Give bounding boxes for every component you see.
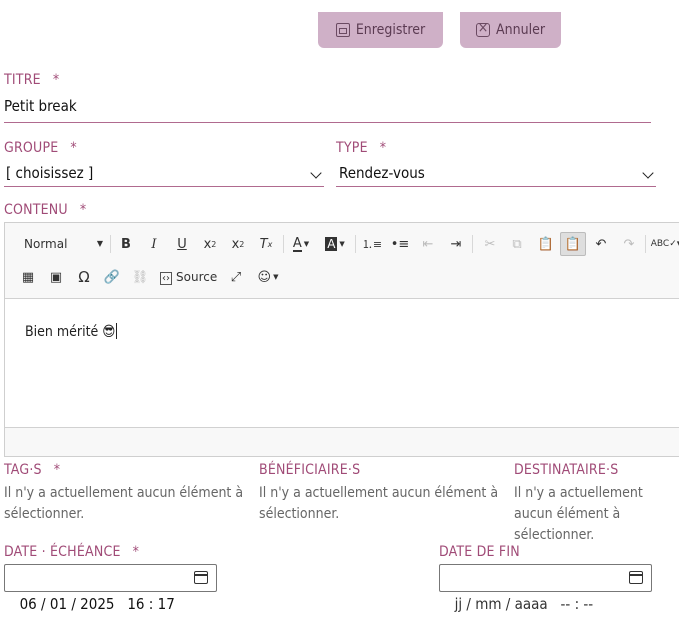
type-label: TYPE * [336, 140, 386, 156]
tags-empty-message: Il n'y a actuellement aucun élément à sé… [4, 485, 244, 522]
redo-icon[interactable]: ↷ [618, 233, 640, 255]
save-icon [335, 23, 350, 37]
title-underline [4, 122, 651, 123]
beneficiaries-empty-message: Il n'y a actuellement aucun élément à sé… [259, 485, 499, 522]
background-color-icon[interactable]: A ▼ [321, 233, 349, 255]
toolbar-separator [645, 235, 646, 253]
group-label: GROUPE * [4, 140, 77, 156]
required-marker: * [53, 462, 61, 478]
due-date-value: 06 / 01 / 2025 16 : 17 [19, 595, 175, 613]
emoji-icon[interactable]: ☺ ▼ [253, 266, 283, 288]
calendar-icon[interactable] [629, 571, 643, 584]
table-icon[interactable]: ▦ [17, 266, 39, 288]
bold-icon[interactable]: B [115, 233, 137, 255]
chevron-down-icon: ▼ [96, 239, 103, 248]
content-label: CONTENU * [4, 202, 86, 218]
cancel-icon [476, 20, 490, 37]
type-select[interactable]: Rendez-vous [336, 163, 656, 187]
format-select[interactable]: Normal ▼ [19, 233, 105, 255]
special-character-icon[interactable]: Ω [73, 266, 95, 288]
source-icon: ‹› [160, 272, 172, 285]
required-marker: * [79, 202, 87, 218]
recipients-empty-message-text: Il n'y a actuellement aucun élément à sé… [514, 485, 643, 543]
paste-icon[interactable]: 📋 [535, 233, 557, 255]
undo-icon[interactable]: ↶ [590, 233, 612, 255]
due-date-input[interactable]: 06 / 01 / 2025 16 : 17 [4, 564, 217, 613]
beneficiaries-label: BÉNÉFICIAIRE·S [259, 462, 361, 478]
editor-content[interactable]: Bien mérité 😎 [25, 323, 118, 340]
maximize-icon[interactable]: ⤢ [225, 266, 247, 288]
type-label-text: TYPE [336, 140, 368, 156]
spellcheck-icon[interactable]: ABC✓▾ [651, 233, 679, 255]
toolbar-separator [283, 235, 284, 253]
due-date-label: DATE · ÉCHÉANCE * [4, 544, 139, 560]
source-button[interactable]: ‹› Source [160, 266, 217, 288]
italic-icon[interactable]: I [143, 233, 165, 255]
end-date-input[interactable]: jj / mm / aaaa -- : -- [439, 564, 652, 613]
text-caret [116, 323, 118, 339]
type-select-value: Rendez-vous [339, 164, 425, 182]
title-input[interactable]: Petit break [4, 97, 77, 115]
end-date-label: DATE DE FIN [439, 544, 520, 560]
toolbar-separator [355, 235, 356, 253]
tags-label: TAG·S * [4, 462, 60, 478]
text-color-icon[interactable]: A ▼ [287, 233, 315, 255]
title-label-text: TITRE [4, 72, 41, 88]
calendar-icon[interactable] [194, 571, 208, 584]
title-label: TITRE * [4, 72, 59, 88]
cancel-button[interactable]: Annuler [460, 12, 561, 48]
required-marker: * [70, 140, 77, 156]
group-select[interactable]: [ choisissez ] [4, 163, 324, 187]
image-icon[interactable]: ▣ [45, 266, 67, 288]
toolbar-separator [472, 235, 473, 253]
recipients-empty-message: Il n'y a actuellement aucun élément à sé… [514, 483, 679, 546]
chevron-down-icon [642, 167, 654, 179]
unlink-icon[interactable]: ⛓ [129, 266, 151, 288]
rich-text-editor: Normal ▼ B I U x2 x2 Tx A ▼ A ▼ ⒈≡ •≡ ⇤ ⇥ … [4, 222, 679, 457]
toolbar-separator [110, 235, 111, 253]
cancel-button-label: Annuler [496, 22, 545, 38]
chevron-down-icon [310, 167, 322, 179]
save-button-label: Enregistrer [355, 22, 426, 38]
group-select-value: [ choisissez ] [6, 164, 94, 182]
editor-content-text: Bien mérité 😎 [25, 324, 116, 340]
subscript-icon[interactable]: x2 [199, 233, 221, 255]
superscript-icon[interactable]: x2 [227, 233, 249, 255]
save-button[interactable]: Enregistrer [318, 12, 443, 48]
tags-label-text: TAG·S [4, 462, 42, 478]
outdent-icon[interactable]: ⇤ [417, 233, 439, 255]
content-label-text: CONTENU [4, 202, 68, 218]
link-icon[interactable]: 🔗 [101, 266, 123, 288]
copy-icon[interactable]: ⧉ [506, 233, 528, 255]
required-marker: * [52, 72, 60, 88]
numbered-list-icon[interactable]: ⒈≡ [361, 233, 383, 255]
underline-icon[interactable]: U [171, 233, 193, 255]
required-marker: * [132, 544, 140, 560]
editor-status-bar [5, 427, 679, 456]
due-date-label-text: DATE · ÉCHÉANCE [4, 544, 121, 560]
group-label-text: GROUPE [4, 140, 59, 156]
recipients-label: DESTINATAIRE·S [514, 462, 619, 478]
end-date-placeholder: jj / mm / aaaa -- : -- [454, 595, 594, 613]
paste-text-icon[interactable]: 📋 [560, 232, 586, 256]
format-select-value: Normal [24, 237, 68, 251]
source-label: Source [176, 270, 218, 284]
required-marker: * [379, 140, 387, 156]
bulleted-list-icon[interactable]: •≡ [389, 233, 411, 255]
remove-format-icon[interactable]: Tx [255, 233, 277, 255]
indent-icon[interactable]: ⇥ [445, 233, 467, 255]
cut-icon[interactable]: ✂ [479, 233, 501, 255]
editor-toolbar: Normal ▼ B I U x2 x2 Tx A ▼ A ▼ ⒈≡ •≡ ⇤ ⇥ … [5, 223, 679, 299]
